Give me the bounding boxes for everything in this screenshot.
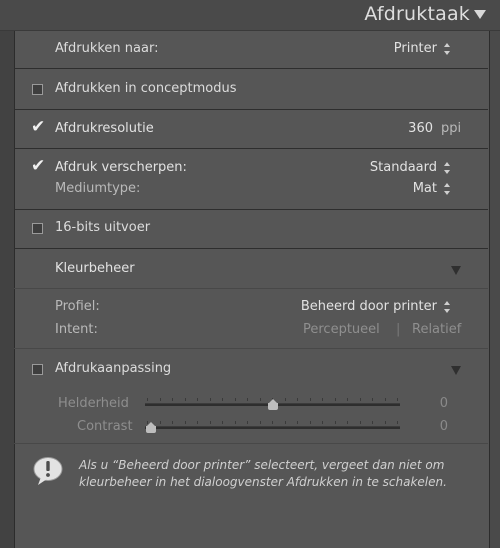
profile-label: Profiel: <box>55 299 100 314</box>
panel-title: Afdruktaak <box>364 3 470 25</box>
slider-tick <box>284 421 286 424</box>
slider-tick <box>234 398 236 401</box>
print-to-stepper-icon[interactable] <box>444 43 451 55</box>
slider-tick <box>222 398 223 401</box>
sharpen-stepper-icon[interactable] <box>444 162 451 174</box>
intent-divider: | <box>396 322 401 337</box>
slider-tick <box>322 421 323 424</box>
hint-line-2: kleurbeheer in het dialoogvenster Afdruk… <box>79 475 447 489</box>
intent-perceptual-option[interactable]: Perceptueel <box>303 322 380 337</box>
slider-tick <box>184 421 186 424</box>
slider-tick <box>384 398 386 401</box>
contrast-slider-thumb[interactable] <box>146 422 156 433</box>
left-edge <box>0 31 14 548</box>
slider-tick <box>309 421 311 424</box>
sharpen-checkbox-checked-icon[interactable]: ✔ <box>31 158 45 175</box>
slider-tick <box>347 398 348 401</box>
separator <box>14 148 488 149</box>
slider-tick <box>347 421 348 424</box>
sharpen-label: Afdruk verscherpen: <box>55 160 187 175</box>
panel-header[interactable]: Afdruktaak <box>0 0 500 31</box>
separator <box>14 68 488 69</box>
contrast-slider-track[interactable] <box>145 426 400 429</box>
slider-tick <box>297 421 298 424</box>
slider-tick <box>397 398 398 401</box>
slider-tick <box>322 398 323 401</box>
slider-tick <box>334 421 336 424</box>
brightness-slider-thumb[interactable] <box>268 399 278 410</box>
resolution-value[interactable]: 360 <box>408 121 433 136</box>
print-adjust-collapse-icon[interactable] <box>451 366 461 375</box>
16bit-output-checkbox[interactable] <box>32 223 43 234</box>
slider-tick <box>334 398 336 401</box>
slider-tick <box>284 398 286 401</box>
slider-tick <box>159 421 161 424</box>
slider-tick <box>372 398 373 401</box>
separator <box>14 288 488 289</box>
print-adjust-checkbox[interactable] <box>32 364 43 375</box>
slider-tick <box>309 398 311 401</box>
slider-tick <box>272 421 273 424</box>
slider-tick <box>197 398 198 401</box>
intent-relative-option[interactable]: Relatief <box>412 322 461 337</box>
brightness-value[interactable]: 0 <box>440 396 448 411</box>
resolution-unit: ppi <box>441 121 462 136</box>
print-to-select[interactable]: Printer <box>394 41 437 56</box>
draft-mode-label: Afdrukken in conceptmodus <box>55 81 237 96</box>
slider-tick <box>147 398 148 401</box>
slider-tick <box>297 398 298 401</box>
profile-select[interactable]: Beheerd door printer <box>301 299 437 314</box>
hint-line-1: Als u “Beheerd door printer” selecteert,… <box>79 458 445 472</box>
slider-tick <box>197 421 198 424</box>
separator <box>14 209 488 210</box>
separator <box>14 443 488 444</box>
slider-tick <box>159 398 161 401</box>
separator <box>14 348 488 349</box>
slider-tick <box>259 398 261 401</box>
slider-tick <box>259 421 261 424</box>
slider-tick <box>172 398 173 401</box>
media-type-label: Mediumtype: <box>55 181 141 196</box>
slider-tick <box>234 421 236 424</box>
slider-tick <box>184 398 186 401</box>
contrast-label: Contrast <box>77 419 133 434</box>
speech-bubble-info-icon <box>32 456 64 488</box>
slider-tick <box>359 398 361 401</box>
intent-label: Intent: <box>55 322 98 337</box>
slider-tick <box>359 421 361 424</box>
slider-tick <box>247 398 248 401</box>
slider-tick <box>372 421 373 424</box>
16bit-output-label: 16-bits uitvoer <box>55 220 151 235</box>
color-management-hint: Als u “Beheerd door printer” selecteert,… <box>79 457 469 491</box>
slider-tick <box>247 421 248 424</box>
slider-tick <box>209 398 211 401</box>
brightness-label: Helderheid <box>58 396 129 411</box>
slider-tick <box>397 421 398 424</box>
separator <box>14 109 488 110</box>
slider-tick <box>222 421 223 424</box>
media-type-select[interactable]: Mat <box>413 181 437 196</box>
print-adjust-label: Afdrukaanpassing <box>55 361 172 376</box>
media-type-stepper-icon[interactable] <box>444 183 451 195</box>
contrast-value[interactable]: 0 <box>440 419 448 434</box>
separator <box>14 248 488 249</box>
profile-stepper-icon[interactable] <box>444 301 451 313</box>
color-management-title: Kleurbeheer <box>55 261 135 276</box>
resolution-label: Afdrukresolutie <box>55 121 154 136</box>
sharpen-select[interactable]: Standaard <box>370 160 437 175</box>
draft-mode-checkbox[interactable] <box>32 84 43 95</box>
color-management-collapse-icon[interactable] <box>451 266 461 275</box>
print-to-label: Afdrukken naar: <box>55 41 159 56</box>
collapse-triangle-icon[interactable] <box>474 10 486 19</box>
slider-tick <box>209 421 211 424</box>
resolution-checkbox-checked-icon[interactable]: ✔ <box>31 119 45 136</box>
slider-tick <box>384 421 386 424</box>
slider-tick <box>172 421 173 424</box>
